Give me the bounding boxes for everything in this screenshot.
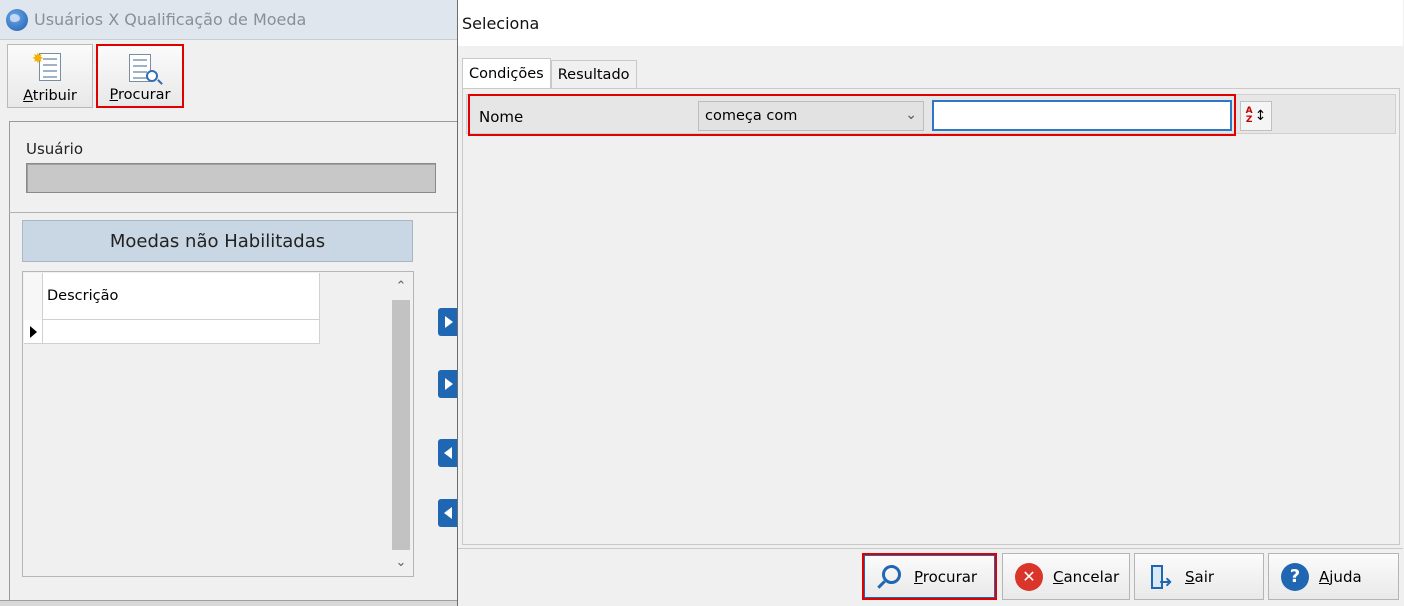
sort-az-icon[interactable]: A Z ↕	[1240, 101, 1272, 131]
globe-icon	[6, 8, 28, 31]
grid-table: Descrição	[24, 273, 322, 344]
sair-accel: S	[1185, 567, 1195, 586]
table-row[interactable]	[24, 320, 322, 344]
ajuda-button[interactable]: ? Ajuda	[1268, 553, 1399, 600]
usuario-label: Usuário	[26, 140, 84, 158]
procurar-label: rocurar	[922, 567, 978, 586]
background-window: Usuários X Qualificação de Moeda ✸ Atrib…	[0, 0, 458, 606]
atribuir-button[interactable]: ✸ Atribuir	[7, 44, 93, 108]
procurar-accel: P	[914, 567, 923, 586]
sair-label: air	[1194, 567, 1215, 586]
scroll-down-icon[interactable]: ⌄	[390, 549, 412, 575]
tab-strip: Condições Resultado	[462, 58, 637, 88]
dialog-title: Seleciona	[462, 13, 540, 33]
column-header-descricao[interactable]: Descrição	[43, 273, 320, 320]
operator-select[interactable]: começa com ⌄	[698, 101, 924, 131]
procurar-toolbar-button[interactable]: Procurar	[96, 44, 184, 108]
exit-icon: ➜	[1147, 563, 1175, 591]
atribuir-label: tribuir	[32, 88, 77, 104]
sair-button[interactable]: ➜ Sair	[1134, 553, 1264, 600]
ajuda-label: juda	[1329, 567, 1362, 586]
chevron-down-icon: ⌄	[905, 107, 917, 123]
move-all-right-icon[interactable]	[438, 370, 458, 398]
tab-resultado[interactable]: Resultado	[550, 60, 637, 88]
procurar-button[interactable]: Procurar	[862, 553, 997, 600]
footer-divider	[458, 548, 1403, 549]
bg-window-title: Usuários X Qualificação de Moeda	[34, 10, 307, 29]
procurar-accel: P	[109, 87, 119, 103]
moedas-nao-habilitadas-header: Moedas não Habilitadas	[22, 220, 413, 262]
search-icon	[876, 563, 904, 591]
atribuir-accel: A	[23, 88, 33, 104]
usuario-field[interactable]	[26, 163, 436, 193]
procurar-label: rocurar	[118, 87, 171, 103]
grid-scrollbar[interactable]: ⌃ ⌄	[390, 273, 412, 575]
tab-condicoes[interactable]: Condições	[462, 58, 551, 88]
grid-header-row: Descrição	[24, 273, 322, 320]
cancelar-accel: C	[1053, 567, 1064, 586]
table-cell-descricao[interactable]	[43, 320, 320, 344]
dialog-titlebar: Seleciona	[458, 0, 1403, 46]
seleciona-dialog: Seleciona Condições Resultado Nome começ…	[457, 0, 1404, 606]
condition-field-label: Nome	[479, 108, 524, 126]
bg-bottom-strip	[0, 600, 458, 606]
tab-content-condicoes: Nome começa com ⌄ A Z ↕	[462, 88, 1400, 545]
moedas-grid[interactable]: Descrição ⌃ ⌄	[22, 271, 414, 577]
current-row-indicator-icon	[24, 320, 43, 344]
scroll-thumb[interactable]	[392, 300, 410, 550]
condition-value-input[interactable]	[932, 100, 1232, 131]
help-icon: ?	[1281, 562, 1309, 591]
row-indicator-header	[24, 273, 43, 320]
operator-selected-value: começa com	[705, 108, 798, 124]
divider	[9, 212, 458, 213]
bg-titlebar: Usuários X Qualificação de Moeda	[0, 0, 458, 40]
cancelar-button[interactable]: ✕ Cancelar	[1002, 553, 1130, 600]
ajuda-accel: A	[1319, 567, 1330, 586]
move-right-icon[interactable]	[438, 308, 458, 336]
bg-toolbar: ✸ Atribuir Procurar	[0, 40, 458, 110]
move-all-left-icon[interactable]	[438, 499, 458, 527]
cancelar-label: ancelar	[1063, 567, 1120, 586]
scroll-up-icon[interactable]: ⌃	[390, 273, 412, 299]
cancel-icon: ✕	[1015, 562, 1043, 591]
move-left-icon[interactable]	[438, 439, 458, 467]
